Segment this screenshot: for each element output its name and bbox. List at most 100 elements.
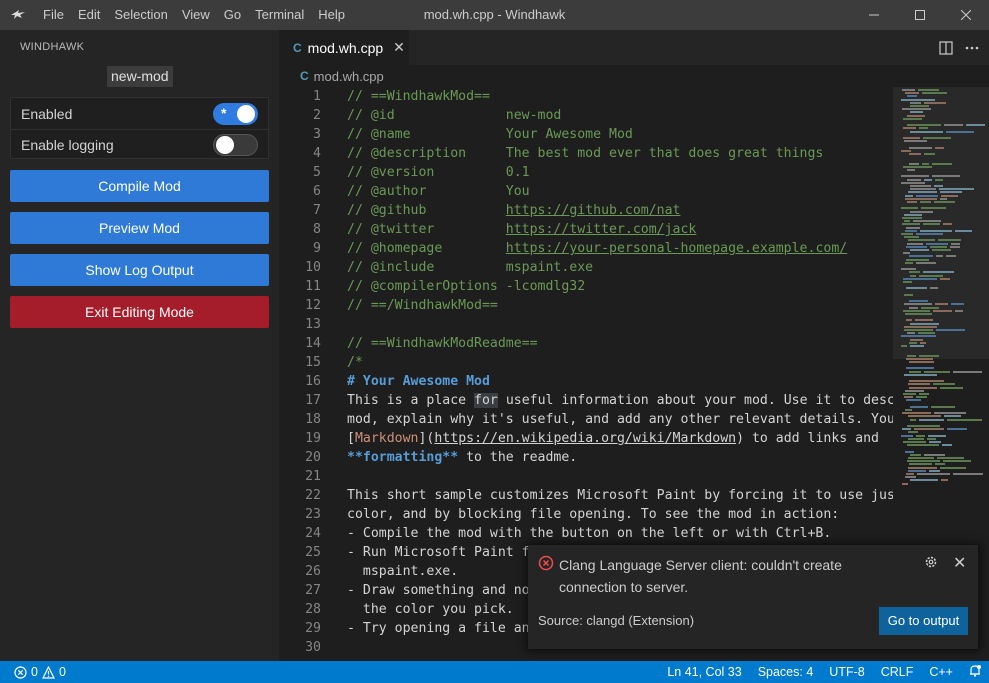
minimap-line — [901, 98, 935, 101]
code-text[interactable]: // @id new-mod — [347, 106, 561, 125]
language-mode[interactable]: C++ — [921, 665, 961, 679]
minimap-line — [905, 409, 912, 411]
code-line[interactable]: 4 // @description The best mod ever that … — [279, 144, 893, 163]
code-text[interactable]: // @homepage https://your-personal-homep… — [347, 239, 847, 258]
code-text[interactable]: // @description The best mod ever that d… — [347, 144, 823, 163]
code-text[interactable]: This short sample customizes Microsoft P… — [347, 486, 893, 505]
code-line[interactable]: 18 mod, explain why it's useful, and add … — [279, 410, 893, 429]
code-line[interactable]: 11 // @compilerOptions -lcomdlg32 — [279, 277, 893, 296]
code-text[interactable]: the color you pick. — [347, 600, 514, 619]
code-line[interactable]: 20 **formatting** to the readme. — [279, 448, 893, 467]
code-text[interactable]: // @author You — [347, 182, 530, 201]
breadcrumb[interactable]: C mod.wh.cpp — [279, 65, 989, 87]
code-text[interactable]: // @github https://github.com/nat — [347, 201, 680, 220]
code-line[interactable]: 8 // @twitter https://twitter.com/jack — [279, 220, 893, 239]
minimap-line — [955, 309, 963, 312]
code-line[interactable]: 24 - Compile the mod with the button on t… — [279, 524, 893, 543]
code-line[interactable]: 10 // @include mspaint.exe — [279, 258, 893, 277]
code-text[interactable]: // ==WindhawkMod== — [347, 87, 490, 106]
minimap-line — [951, 303, 964, 306]
enabled-toggle[interactable]: * — [213, 102, 258, 125]
minimap-line — [904, 325, 937, 328]
code-text[interactable]: color, and by blocking file opening. To … — [347, 505, 839, 524]
code-text[interactable]: mspaint.exe. — [347, 562, 458, 581]
exit-editing-mode-button[interactable]: Exit Editing Mode — [10, 296, 269, 328]
code-text[interactable]: // ==WindhawkModReadme== — [347, 334, 538, 353]
code-line[interactable]: 14 // ==WindhawkModReadme== — [279, 334, 893, 353]
minimap-line — [910, 111, 923, 114]
code-text[interactable]: // @compilerOptions -lcomdlg32 — [347, 277, 585, 296]
maximize-button[interactable] — [897, 0, 943, 30]
breadcrumb-file[interactable]: mod.wh.cpp — [314, 69, 384, 84]
code-line[interactable]: 12 // ==/WindhawkMod== — [279, 296, 893, 315]
code-line[interactable]: 2 // @id new-mod — [279, 106, 893, 125]
problems-indicator[interactable]: 0 0 — [14, 661, 66, 683]
code-line[interactable]: 17 This is a place for useful information… — [279, 391, 893, 410]
code-text[interactable]: // @twitter https://twitter.com/jack — [347, 220, 696, 239]
code-line[interactable]: 5 // @version 0.1 — [279, 163, 893, 182]
code-line[interactable]: 3 // @name Your Awesome Mod — [279, 125, 893, 144]
editor-actions — [939, 30, 979, 65]
split-editor-icon[interactable] — [939, 40, 953, 55]
code-text[interactable]: - Draw something and not — [347, 581, 538, 600]
minimize-button[interactable] — [851, 0, 897, 30]
minimap-line — [910, 185, 931, 187]
go-to-output-button[interactable]: Go to output — [879, 607, 968, 635]
code-line[interactable]: 23 color, and by blocking file opening. T… — [279, 505, 893, 524]
menu-file[interactable]: File — [36, 0, 71, 30]
code-text[interactable]: mod, explain why it's useful, and add an… — [347, 410, 893, 429]
more-actions-icon[interactable] — [965, 41, 979, 55]
code-text[interactable]: # Your Awesome Mod — [347, 372, 490, 391]
minimap-line — [908, 457, 934, 459]
notification-close-icon[interactable]: ✕ — [953, 553, 966, 573]
code-text[interactable]: **formatting** to the readme. — [347, 448, 577, 467]
code-line[interactable]: 9 // @homepage https://your-personal-home… — [279, 239, 893, 258]
encoding[interactable]: UTF-8 — [821, 665, 872, 679]
menu-go[interactable]: Go — [217, 0, 248, 30]
minimap-line — [909, 146, 932, 149]
line-ending[interactable]: CRLF — [873, 665, 922, 679]
code-text[interactable]: - Compile the mod with the button on the… — [347, 524, 831, 543]
minimap-line — [906, 367, 934, 370]
compile-mod-button[interactable]: Compile Mod — [10, 170, 269, 202]
close-window-button[interactable] — [943, 0, 989, 30]
minimap-line — [909, 153, 921, 155]
menu-help[interactable]: Help — [311, 0, 352, 30]
code-line[interactable]: 15 /* — [279, 353, 893, 372]
minimap-line — [904, 293, 913, 296]
line-number: 30 — [305, 640, 321, 655]
code-line[interactable]: 21 — [279, 467, 893, 486]
cursor-position[interactable]: Ln 41, Col 33 — [659, 665, 749, 679]
code-text[interactable]: // @version 0.1 — [347, 163, 530, 182]
preview-mod-button[interactable]: Preview Mod — [10, 212, 269, 244]
line-number: 27 — [305, 583, 321, 598]
code-line[interactable]: 16 # Your Awesome Mod — [279, 372, 893, 391]
code-text[interactable]: /* — [347, 353, 363, 372]
code-line[interactable]: 6 // @author You — [279, 182, 893, 201]
code-text[interactable]: [Markdown](https://en.wikipedia.org/wiki… — [347, 429, 879, 448]
code-line[interactable]: 19 [Markdown](https://en.wikipedia.org/wi… — [279, 429, 893, 448]
menu-selection[interactable]: Selection — [107, 0, 174, 30]
minimap-line — [904, 373, 937, 376]
code-text[interactable]: - Try opening a file and — [347, 619, 538, 638]
menu-terminal[interactable]: Terminal — [248, 0, 311, 30]
show-log-output-button[interactable]: Show Log Output — [10, 254, 269, 286]
code-text[interactable]: - Run Microsoft Paint fr — [347, 543, 538, 562]
code-text[interactable]: // @include mspaint.exe — [347, 258, 593, 277]
gear-icon[interactable] — [924, 555, 938, 569]
enable-logging-toggle[interactable] — [213, 134, 258, 156]
minimap-line — [903, 165, 932, 168]
code-line[interactable]: 22 This short sample customizes Microsoft… — [279, 486, 893, 505]
tab-close-icon[interactable]: ✕ — [393, 39, 405, 56]
code-line[interactable]: 1 // ==WindhawkMod== — [279, 87, 893, 106]
code-text[interactable]: This is a place for useful information a… — [347, 391, 893, 410]
code-text[interactable]: // ==/WindhawkMod== — [347, 296, 498, 315]
indentation[interactable]: Spaces: 4 — [750, 665, 822, 679]
tab-mod-wh-cpp[interactable]: C mod.wh.cpp ✕ — [279, 30, 409, 65]
code-text[interactable]: // @name Your Awesome Mod — [347, 125, 633, 144]
code-line[interactable]: 7 // @github https://github.com/nat — [279, 201, 893, 220]
menu-edit[interactable]: Edit — [71, 0, 107, 30]
code-line[interactable]: 13 — [279, 315, 893, 334]
menu-view[interactable]: View — [175, 0, 217, 30]
notifications-bell-icon[interactable] — [961, 664, 989, 680]
